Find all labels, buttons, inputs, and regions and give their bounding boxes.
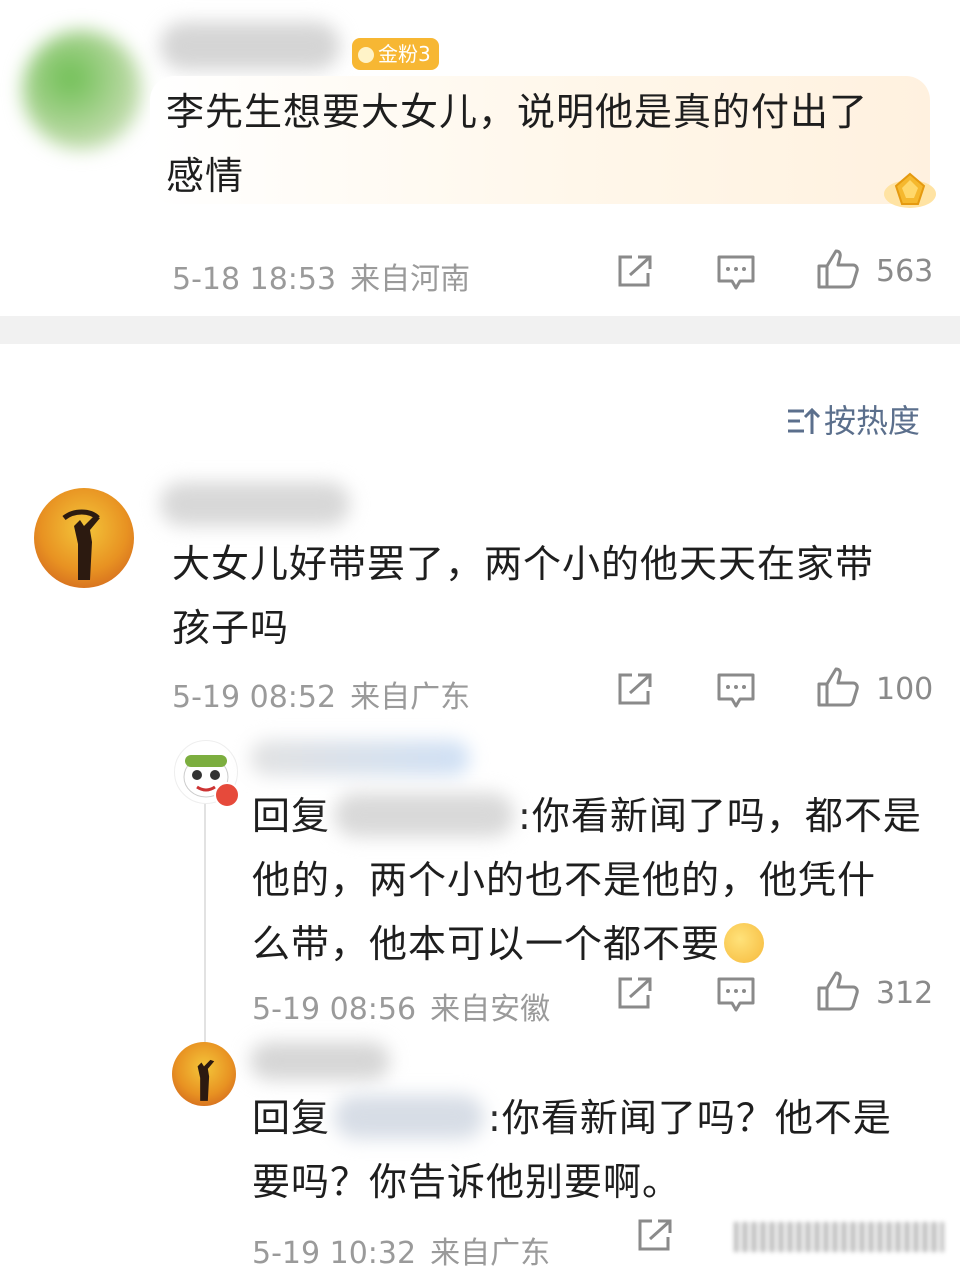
- share-icon[interactable]: [616, 254, 654, 288]
- reply-text[interactable]: 回复:你看新闻了吗，都不是 他的，两个小的也不是他的，他凭什 么带，他本可以一个…: [252, 784, 942, 976]
- comment-icon[interactable]: [716, 254, 756, 292]
- mention-blurred[interactable]: [334, 793, 515, 837]
- comment-icon[interactable]: [716, 976, 756, 1014]
- reply-meta: 5-19 08:56 来自安徽: [252, 992, 551, 1027]
- drooling-face-emoji-icon: [724, 923, 765, 963]
- share-icon[interactable]: [616, 672, 654, 706]
- like-icon[interactable]: [816, 970, 860, 1012]
- crown-icon: [358, 47, 374, 63]
- like-count: 312: [876, 976, 934, 1011]
- comment-meta: 5-18 18:53 来自河南: [172, 262, 471, 297]
- avatar[interactable]: [22, 30, 142, 150]
- fan-badge: 金粉3: [352, 38, 439, 70]
- username-blurred[interactable]: [160, 22, 340, 70]
- username-blurred[interactable]: [250, 1042, 390, 1080]
- like-icon[interactable]: [816, 248, 860, 290]
- gold-fan-medal-icon: [880, 160, 940, 216]
- share-icon[interactable]: [636, 1218, 674, 1252]
- comment-meta: 5-19 08:52 来自广东: [172, 680, 471, 715]
- comment-icon[interactable]: [716, 672, 756, 710]
- username-blurred[interactable]: [250, 740, 470, 776]
- reply-thread-line: [204, 796, 206, 1046]
- comment-text[interactable]: 大女儿好带罢了，两个小的他天天在家带 孩子吗: [172, 532, 932, 660]
- sort-toggle[interactable]: 按热度: [786, 396, 920, 444]
- verified-badge-icon: [214, 782, 240, 808]
- sort-icon: [786, 406, 821, 444]
- avatar[interactable]: [34, 488, 134, 588]
- watermark-blurred: [734, 1222, 944, 1252]
- section-divider: [0, 316, 960, 344]
- like-icon[interactable]: [816, 666, 860, 708]
- reply-text[interactable]: 回复:你看新闻了吗？他不是 要吗？你告诉他别要啊。: [252, 1086, 942, 1214]
- comment-text[interactable]: 李先生想要大女儿，说明他是真的付出了 感情: [166, 80, 916, 208]
- avatar[interactable]: [172, 1042, 236, 1106]
- username-blurred[interactable]: [160, 482, 350, 526]
- reply-meta: 5-19 10:32 来自广东: [252, 1236, 551, 1271]
- mention-blurred[interactable]: [334, 1095, 485, 1139]
- like-count: 563: [876, 254, 934, 289]
- like-count: 100: [876, 672, 934, 707]
- share-icon[interactable]: [616, 976, 654, 1010]
